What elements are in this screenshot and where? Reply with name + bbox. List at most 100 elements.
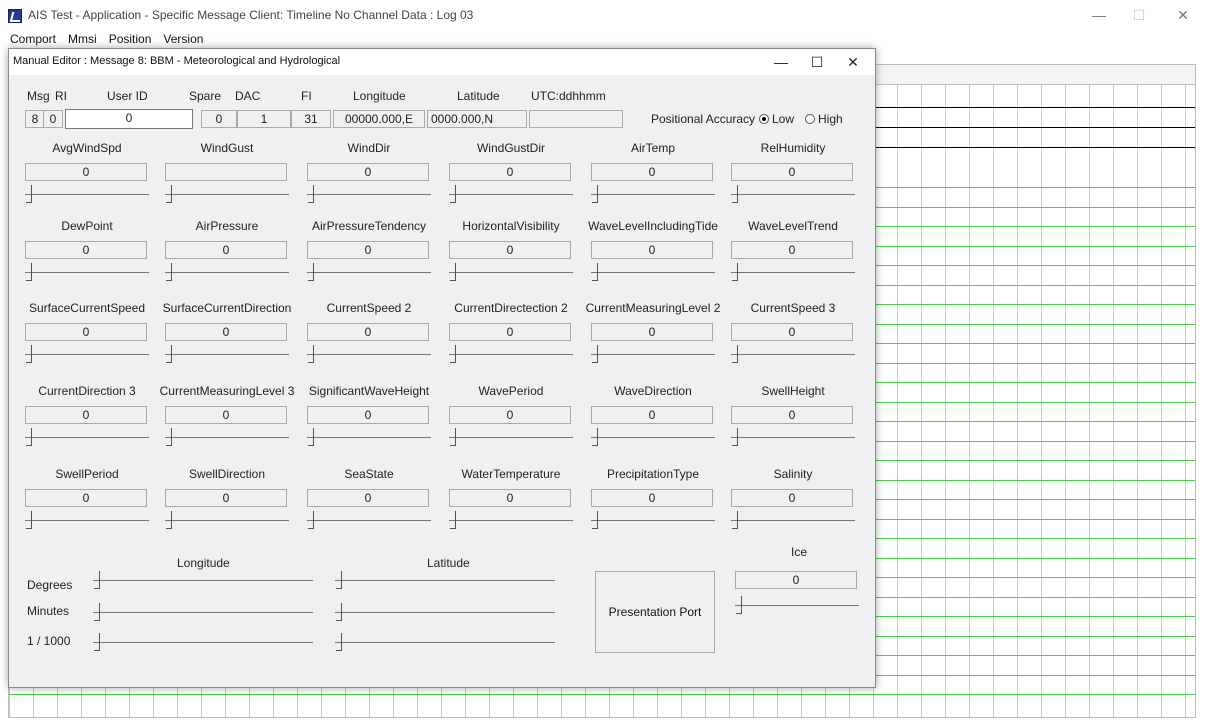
swelldirection-slider[interactable] (165, 511, 289, 531)
airpressuretendency-label: AirPressureTendency (311, 219, 427, 233)
accuracy-high-radio[interactable]: High (805, 112, 843, 126)
surfacecurrentspeed-slider[interactable] (25, 345, 149, 365)
latitude-field: 0000.000,N (427, 110, 527, 128)
dialog-close-button[interactable]: ✕ (835, 49, 871, 75)
airpressuretendency-slider[interactable] (307, 263, 431, 283)
significantwaveheight-label: SignificantWaveHeight (308, 384, 430, 398)
swellheight-field: 0 (731, 406, 853, 424)
swellheight-label: SwellHeight (761, 384, 825, 398)
waveleveltrend-field: 0 (731, 241, 853, 259)
horizontalvisibility-field: 0 (449, 241, 571, 259)
wavelevelincludingtide-label: WaveLevelIncludingTide (588, 219, 718, 233)
wavedirection-slider[interactable] (591, 428, 715, 448)
longitude-degrees-slider[interactable] (93, 571, 313, 591)
presentation-port-button[interactable]: Presentation Port (595, 571, 715, 653)
currentdirection-3-field: 0 (25, 406, 147, 424)
currentspeed-3-slider[interactable] (731, 345, 855, 365)
menu-version[interactable]: Version (163, 30, 203, 48)
menu-comport[interactable]: Comport (10, 30, 56, 48)
latitude-thousandths-slider[interactable] (335, 633, 555, 653)
degrees-label: Degrees (27, 578, 73, 592)
dialog-title-bar[interactable]: Manual Editor : Message 8: BBM - Meteoro… (9, 49, 875, 75)
dewpoint-slider[interactable] (25, 263, 149, 283)
currentmeasuringlevel-2-label: CurrentMeasuringLevel 2 (585, 301, 721, 315)
main-close-button[interactable]: ✕ (1160, 2, 1206, 28)
precipitationtype-field: 0 (591, 489, 713, 507)
airpressure-slider[interactable] (165, 263, 289, 283)
radio-selected-icon (759, 114, 769, 124)
winddir-slider[interactable] (307, 185, 431, 205)
timeline-data-line (9, 694, 1195, 695)
currentmeasuringlevel-2-slider[interactable] (591, 345, 715, 365)
currentmeasuringlevel-2-field: 0 (591, 323, 713, 341)
fi-label: FI (301, 89, 312, 103)
surfacecurrentdirection-field: 0 (165, 323, 287, 341)
menu-mmsi[interactable]: Mmsi (68, 30, 97, 48)
windgustdir-field: 0 (449, 163, 571, 181)
currentspeed-2-slider[interactable] (307, 345, 431, 365)
currentdirectection-2-field: 0 (449, 323, 571, 341)
dialog-maximize-button[interactable]: ☐ (799, 49, 835, 75)
watertemperature-label: WaterTemperature (461, 467, 561, 481)
fi-field: 31 (291, 110, 331, 128)
salinity-slider[interactable] (731, 511, 855, 531)
latitude-minutes-slider[interactable] (335, 603, 555, 623)
relhumidity-slider[interactable] (731, 185, 855, 205)
latitude-header-label: Latitude (457, 89, 500, 103)
ice-slider[interactable] (735, 596, 859, 616)
currentmeasuringlevel-3-slider[interactable] (165, 428, 289, 448)
swellheight-slider[interactable] (731, 428, 855, 448)
dac-field: 1 (237, 110, 291, 128)
surfacecurrentdirection-slider[interactable] (165, 345, 289, 365)
dewpoint-field: 0 (25, 241, 147, 259)
salinity-field: 0 (731, 489, 853, 507)
main-title-bar: AIS Test - Application - Specific Messag… (0, 0, 1208, 30)
airpressure-field: 0 (165, 241, 287, 259)
surfacecurrentspeed-field: 0 (25, 323, 147, 341)
wavedirection-field: 0 (591, 406, 713, 424)
surfacecurrentdirection-label: SurfaceCurrentDirection (162, 301, 292, 315)
avgwindspd-field: 0 (25, 163, 147, 181)
windgust-slider[interactable] (165, 185, 289, 205)
seastate-field: 0 (307, 489, 429, 507)
currentspeed-2-field: 0 (307, 323, 429, 341)
salinity-label: Salinity (773, 467, 813, 481)
currentspeed-3-label: CurrentSpeed 3 (750, 301, 836, 315)
accuracy-high-label: High (818, 112, 843, 126)
accuracy-low-radio[interactable]: Low (759, 112, 794, 126)
windgustdir-label: WindGustDir (476, 141, 545, 155)
waveperiod-slider[interactable] (449, 428, 573, 448)
msg-field: 8 (25, 110, 45, 128)
dewpoint-label: DewPoint (61, 219, 113, 233)
swellperiod-slider[interactable] (25, 511, 149, 531)
longitude-slider-label: Longitude (177, 556, 230, 570)
currentspeed-3-field: 0 (731, 323, 853, 341)
latitude-degrees-slider[interactable] (335, 571, 555, 591)
significantwaveheight-slider[interactable] (307, 428, 431, 448)
wavelevelincludingtide-slider[interactable] (591, 263, 715, 283)
longitude-minutes-slider[interactable] (93, 603, 313, 623)
user-id-input[interactable]: 0 (65, 109, 193, 129)
menu-position[interactable]: Position (109, 30, 152, 48)
main-maximize-button[interactable]: ☐ (1116, 2, 1162, 28)
longitude-field: 00000.000,E (333, 110, 425, 128)
waveperiod-field: 0 (449, 406, 571, 424)
app-logo-icon (8, 9, 22, 23)
watertemperature-slider[interactable] (449, 511, 573, 531)
airtemp-slider[interactable] (591, 185, 715, 205)
currentdirection-3-slider[interactable] (25, 428, 149, 448)
horizontalvisibility-slider[interactable] (449, 263, 573, 283)
menu-bar: Comport Mmsi Position Version (0, 30, 1208, 48)
precipitationtype-slider[interactable] (591, 511, 715, 531)
waveleveltrend-slider[interactable] (731, 263, 855, 283)
longitude-thousandths-slider[interactable] (93, 633, 313, 653)
waveperiod-label: WavePeriod (478, 384, 544, 398)
currentdirectection-2-slider[interactable] (449, 345, 573, 365)
airpressuretendency-field: 0 (307, 241, 429, 259)
seastate-slider[interactable] (307, 511, 431, 531)
avgwindspd-slider[interactable] (25, 185, 149, 205)
seastate-label: SeaState (344, 467, 394, 481)
windgustdir-slider[interactable] (449, 185, 573, 205)
dialog-minimize-button[interactable]: — (763, 49, 799, 75)
winddir-label: WindDir (347, 141, 391, 155)
